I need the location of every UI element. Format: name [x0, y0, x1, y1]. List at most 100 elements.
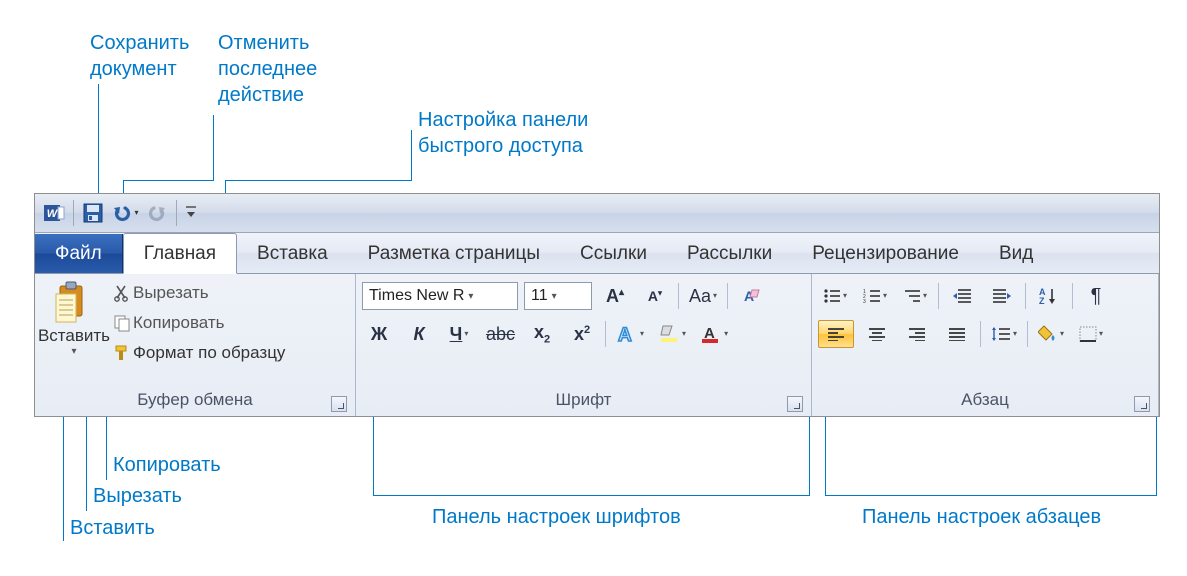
svg-text:A: A [618, 325, 632, 345]
subscript-button[interactable]: x2 [525, 321, 559, 347]
separator [980, 321, 981, 347]
text-effects-icon: A [616, 323, 638, 345]
cut-button[interactable]: Вырезать [111, 278, 285, 308]
grow-font-button[interactable]: A▴ [598, 283, 632, 309]
underline-button[interactable]: Ч ▾ [442, 321, 476, 347]
dialog-launcher-font[interactable] [787, 396, 803, 412]
ribbon-tabs: Файл Главная Вставка Разметка страницы С… [35, 233, 1159, 274]
clear-formatting-icon: A [740, 286, 762, 306]
multilevel-list-button[interactable]: ▾ [898, 283, 932, 309]
sort-button[interactable]: A Z [1032, 283, 1066, 309]
dialog-launcher-paragraph[interactable] [1134, 396, 1150, 412]
word-app-icon[interactable]: W [39, 198, 69, 228]
tab-file[interactable]: Файл [35, 234, 123, 273]
callout-font-panel: Панель настроек шрифтов [432, 504, 681, 530]
subscript-icon: x2 [534, 322, 550, 346]
numbering-button[interactable]: 1 2 3 ▾ [858, 283, 892, 309]
leader [225, 180, 411, 181]
callout-customize: Настройка панели быстрого доступа [418, 107, 588, 159]
redo-button[interactable] [142, 198, 172, 228]
leader [373, 417, 374, 495]
callout-cut: Вырезать [93, 483, 182, 509]
leader [1156, 417, 1157, 495]
dropdown-icon[interactable]: ▾ [464, 330, 468, 338]
superscript-button[interactable]: x2 [565, 321, 599, 347]
group-clipboard: Вставить ▾ [35, 274, 356, 416]
increase-indent-button[interactable] [985, 283, 1019, 309]
dropdown-icon[interactable]: ▾ [468, 291, 473, 302]
dropdown-icon[interactable]: ▾ [1013, 330, 1017, 338]
multilevel-icon [903, 288, 921, 304]
line-spacing-button[interactable]: ▾ [987, 321, 1021, 347]
align-left-icon [827, 327, 845, 341]
word-icon: W [43, 202, 65, 224]
shrink-font-icon: A▾ [648, 288, 662, 304]
align-right-button[interactable] [900, 321, 934, 347]
undo-button[interactable]: ▾ [110, 198, 140, 228]
dropdown-icon[interactable]: ▾ [1099, 330, 1103, 338]
tab-page-layout[interactable]: Разметка страницы [348, 234, 560, 273]
bold-icon: Ж [371, 324, 387, 345]
customize-quick-access-button[interactable] [181, 198, 201, 228]
dropdown-icon[interactable]: ▾ [724, 330, 728, 338]
separator [176, 200, 177, 226]
leader [106, 417, 107, 480]
tab-home[interactable]: Главная [123, 233, 237, 274]
bullets-icon [823, 288, 841, 304]
line-spacing-icon [991, 326, 1011, 342]
dropdown-icon[interactable]: ▾ [134, 209, 138, 217]
paste-button[interactable]: Вставить ▾ [41, 278, 107, 390]
separator [938, 283, 939, 309]
tab-references[interactable]: Ссылки [560, 234, 667, 273]
dropdown-icon[interactable]: ▾ [923, 292, 927, 300]
dropdown-icon[interactable]: ▾ [552, 291, 557, 302]
dropdown-icon[interactable]: ▾ [713, 292, 717, 300]
bullets-button[interactable]: ▾ [818, 283, 852, 309]
dropdown-icon[interactable]: ▾ [883, 292, 887, 300]
dropdown-icon[interactable]: ▾ [71, 346, 76, 357]
customize-icon [184, 203, 198, 223]
callout-save: Сохранить документ [90, 30, 189, 82]
save-button[interactable] [78, 198, 108, 228]
redo-icon [146, 202, 168, 224]
dropdown-icon[interactable]: ▾ [1060, 330, 1064, 338]
shrink-font-button[interactable]: A▾ [638, 283, 672, 309]
leader [98, 84, 99, 194]
borders-button[interactable]: ▾ [1074, 321, 1108, 347]
format-painter-button[interactable]: Формат по образцу [111, 338, 285, 368]
font-size-combo[interactable]: 11 ▾ [524, 282, 592, 310]
align-center-button[interactable] [860, 321, 894, 347]
dropdown-icon[interactable]: ▾ [640, 330, 644, 338]
justify-button[interactable] [940, 321, 974, 347]
dialog-launcher-clipboard[interactable] [331, 396, 347, 412]
svg-text:Z: Z [1039, 296, 1045, 305]
tab-view[interactable]: Вид [979, 234, 1053, 273]
font-family-combo[interactable]: Times New R ▾ [362, 282, 518, 310]
group-paragraph: ▾ 1 2 3 ▾ [812, 274, 1159, 416]
shading-button[interactable]: ▾ [1034, 321, 1068, 347]
dropdown-icon[interactable]: ▾ [843, 292, 847, 300]
align-left-button[interactable] [818, 320, 854, 348]
font-color-button[interactable]: A ▾ [696, 321, 732, 347]
highlight-button[interactable]: ▾ [654, 321, 690, 347]
separator [1025, 283, 1026, 309]
copy-button[interactable]: Копировать [111, 308, 285, 338]
clear-formatting-button[interactable]: A [734, 283, 768, 309]
svg-text:W: W [47, 208, 59, 220]
decrease-indent-button[interactable] [945, 283, 979, 309]
callout-undo: Отменить последнее действие [218, 30, 317, 108]
tab-insert[interactable]: Вставка [237, 234, 348, 273]
italic-button[interactable]: К [402, 321, 436, 347]
text-effects-button[interactable]: A ▾ [612, 321, 648, 347]
separator [1027, 321, 1028, 347]
copy-icon [111, 314, 133, 332]
strikethrough-button[interactable]: abc [482, 321, 519, 347]
leader [825, 417, 826, 495]
leader [825, 495, 1157, 496]
tab-mailings[interactable]: Рассылки [667, 234, 792, 273]
bold-button[interactable]: Ж [362, 321, 396, 347]
tab-review[interactable]: Рецензирование [792, 234, 979, 273]
dropdown-icon[interactable]: ▾ [682, 330, 686, 338]
show-hide-button[interactable]: ¶ [1079, 283, 1113, 309]
change-case-button[interactable]: Aa ▾ [685, 283, 721, 309]
